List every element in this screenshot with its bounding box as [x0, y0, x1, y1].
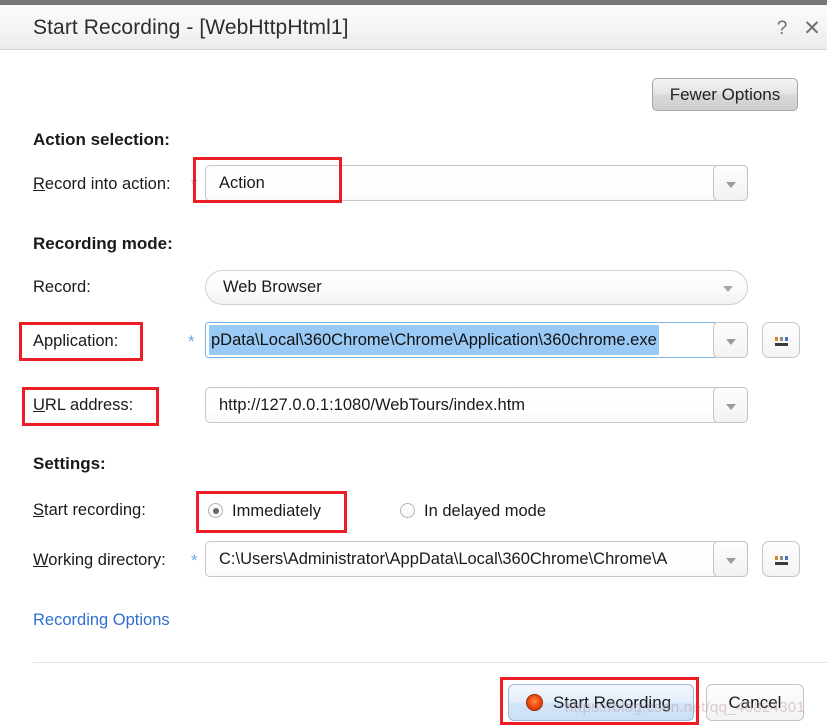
radio-in-delayed-mode-dot-icon: [400, 503, 415, 518]
recording-mode-heading: Recording mode:: [33, 234, 173, 253]
record-value: Web Browser: [223, 278, 322, 296]
url-address-combobox[interactable]: http://127.0.0.1:1080/WebTours/index.htm: [205, 387, 748, 423]
application-label: Application:: [33, 332, 119, 350]
working-directory-required-star: *: [191, 551, 198, 570]
record-circle-icon: [526, 694, 543, 711]
help-icon[interactable]: ?: [770, 18, 794, 40]
start-recording-dialog: Start Recording - [WebHttpHtml1] ? ✕ Few…: [0, 0, 827, 728]
dialog-title: Start Recording - [WebHttpHtml1]: [33, 16, 349, 39]
radio-in-delayed-mode-label: In delayed mode: [424, 502, 547, 520]
action-selection-heading: Action selection:: [33, 130, 170, 149]
working-directory-label: Working directory:: [33, 551, 166, 570]
start-recording-label: Start recording:: [33, 501, 146, 520]
url-address-label-mnemonic: U: [33, 396, 45, 414]
application-dropdown-arrow-icon[interactable]: [713, 322, 748, 358]
footer-divider: [33, 662, 827, 663]
application-required-star: *: [188, 332, 195, 351]
working-directory-combobox[interactable]: C:\Users\Administrator\AppData\Local\360…: [205, 541, 748, 577]
record-into-action-required-star: *: [191, 175, 198, 194]
application-browse-button[interactable]: [762, 322, 800, 358]
browse-dots-icon: [773, 556, 791, 566]
application-input[interactable]: pData\Local\360Chrome\Chrome\Application…: [205, 322, 718, 358]
record-dropdown-arrow-icon: [723, 286, 733, 292]
radio-immediately-dot-icon: [208, 503, 223, 518]
working-directory-value: C:\Users\Administrator\AppData\Local\360…: [219, 550, 668, 568]
record-into-action-label-mnemonic: R: [33, 175, 45, 193]
close-icon[interactable]: ✕: [800, 18, 824, 40]
record-into-action-value: Action: [219, 174, 265, 192]
title-bar: Start Recording - [WebHttpHtml1] ? ✕: [0, 5, 827, 50]
record-dropdown[interactable]: Web Browser: [205, 270, 748, 305]
watermark: https://blog.csdn.net/qq_46824301: [565, 699, 806, 716]
recording-options-link[interactable]: Recording Options: [33, 611, 170, 630]
record-label: Record:: [33, 278, 91, 296]
url-address-dropdown-arrow-icon[interactable]: [713, 387, 748, 423]
record-into-action-label-rest: ecord into action:: [44, 175, 171, 193]
browse-dots-icon: [773, 337, 791, 347]
radio-immediately-label: Immediately: [232, 502, 321, 520]
url-address-value: http://127.0.0.1:1080/WebTours/index.htm: [219, 396, 526, 414]
application-value: pData\Local\360Chrome\Chrome\Application…: [209, 325, 659, 355]
url-address-label: URL address:: [33, 396, 133, 415]
working-directory-dropdown-arrow-icon[interactable]: [713, 541, 748, 577]
working-directory-browse-button[interactable]: [762, 541, 800, 577]
working-directory-label-rest: orking directory:: [48, 551, 166, 569]
start-recording-label-mnemonic: S: [33, 501, 45, 519]
record-into-action-combobox[interactable]: Action: [205, 165, 748, 201]
settings-heading: Settings:: [33, 454, 106, 473]
record-into-action-dropdown-arrow-icon[interactable]: [713, 165, 748, 201]
fewer-options-button[interactable]: Fewer Options: [652, 78, 798, 111]
url-address-label-rest: RL address:: [44, 396, 134, 414]
dialog-body: Fewer Options Action selection: Record i…: [0, 51, 827, 728]
working-directory-label-mnemonic: W: [33, 551, 49, 569]
start-recording-label-rest: tart recording:: [44, 501, 146, 519]
record-into-action-label: Record into action:: [33, 175, 171, 194]
